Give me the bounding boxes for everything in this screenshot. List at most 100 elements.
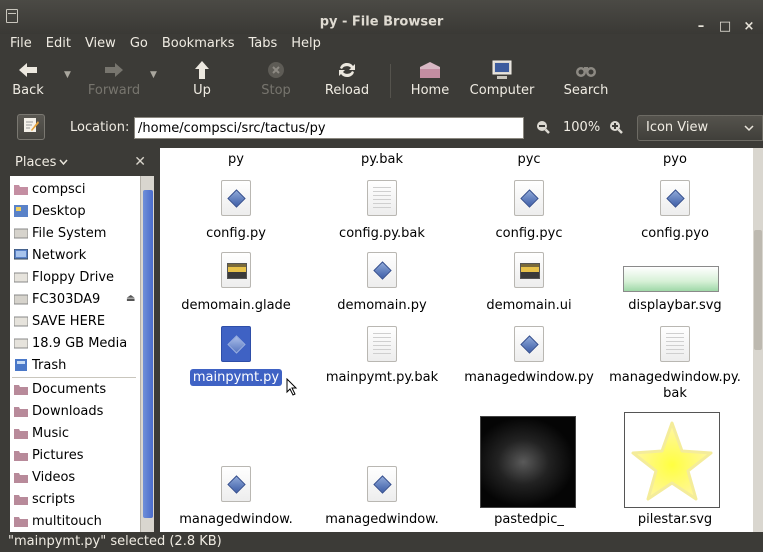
file-item[interactable]: managedwindow. <box>310 466 454 527</box>
zoom-in-icon[interactable] <box>609 120 623 138</box>
title-bar[interactable]: py - File Browser – □ × <box>0 0 763 34</box>
window-controls: – □ × <box>691 16 759 36</box>
eject-icon[interactable]: ⏏ <box>126 293 135 304</box>
back-history-chevron-icon[interactable]: ▼ <box>64 70 71 80</box>
sidebar-item-floppy-drive[interactable]: Floppy Drive <box>13 267 114 287</box>
sidebar-item-compsci[interactable]: compsci <box>14 179 86 199</box>
drive-icon <box>13 271 29 283</box>
sidebar-item-downloads[interactable]: Downloads <box>14 401 103 421</box>
folder-icon <box>14 383 28 395</box>
sidebar-item-network[interactable]: Network <box>13 245 86 265</box>
sidebar-item-videos[interactable]: Videos <box>14 467 75 487</box>
sidebar-item-scripts[interactable]: scripts <box>14 489 75 509</box>
sidebar-scrollbar[interactable] <box>140 176 154 532</box>
stop-label: Stop <box>261 83 291 98</box>
sidebar-item-documents[interactable]: Documents <box>14 379 106 399</box>
menu-view[interactable]: View <box>79 34 124 54</box>
location-edit-toggle-button[interactable] <box>17 114 45 140</box>
minimize-button[interactable]: – <box>691 16 711 36</box>
maximize-button[interactable]: □ <box>715 16 735 36</box>
desktop-icon <box>14 205 28 217</box>
sidebar-item-fc303da9[interactable]: FC303DA9 <box>13 289 100 309</box>
sidebar-item-save-here[interactable]: SAVE HERE <box>13 311 105 331</box>
file-item[interactable]: demomain.ui <box>457 252 601 313</box>
file-icon-view[interactable]: py py.bak pyc pyo config.py config.py.ba… <box>160 148 753 532</box>
menu-bookmarks[interactable]: Bookmarks <box>156 34 243 54</box>
python-file-icon <box>367 252 397 288</box>
file-item[interactable]: mainpymt.py.bak <box>310 326 454 386</box>
search-button[interactable]: Search <box>560 56 612 104</box>
drive-icon <box>13 315 29 327</box>
forward-history-chevron-icon[interactable]: ▼ <box>150 70 157 80</box>
computer-button[interactable]: Computer <box>468 56 536 104</box>
file-item[interactable]: pastedpic_ <box>457 414 601 528</box>
status-bar: "mainpymt.py" selected (2.8 KB) <box>8 534 222 549</box>
drive-icon <box>13 293 29 305</box>
chevron-down-icon <box>744 121 754 136</box>
file-item[interactable]: pilestar.svg <box>603 412 747 528</box>
back-button[interactable]: Back <box>8 56 48 104</box>
menu-help[interactable]: Help <box>285 34 329 54</box>
zoom-out-icon[interactable] <box>536 120 550 138</box>
menu-file[interactable]: File <box>4 34 40 54</box>
sidebar-item-media[interactable]: 18.9 GB Media <box>13 333 127 353</box>
folder-icon <box>14 471 28 483</box>
reload-label: Reload <box>324 83 370 98</box>
sidebar-item-music[interactable]: Music <box>14 423 69 443</box>
file-item-selected[interactable]: mainpymt.py <box>164 326 308 396</box>
home-button[interactable]: Home <box>406 56 454 104</box>
close-sidebar-icon[interactable]: ✕ <box>134 154 146 170</box>
stop-button[interactable]: Stop <box>254 56 298 104</box>
forward-button[interactable]: Forward <box>84 56 144 104</box>
folder-icon <box>14 427 28 439</box>
window-title: py - File Browser <box>319 14 444 30</box>
file-item[interactable]: displaybar.svg <box>603 252 747 313</box>
location-input[interactable] <box>134 117 524 139</box>
location-bar: Location: 100% Icon View <box>0 110 763 144</box>
sidebar-item-pictures[interactable]: Pictures <box>14 445 83 465</box>
home-label: Home <box>410 83 450 98</box>
python-file-icon <box>514 326 544 362</box>
file-item[interactable]: config.py <box>164 180 308 241</box>
computer-monitor-icon <box>490 59 514 81</box>
file-item[interactable]: demomain.py <box>310 252 454 313</box>
view-mode-select[interactable]: Icon View <box>637 115 763 141</box>
file-item[interactable]: managedwindow.py. bak <box>603 326 747 402</box>
up-button[interactable]: Up <box>182 56 222 104</box>
python-file-icon <box>367 466 397 502</box>
places-title: Places <box>15 154 57 170</box>
text-file-icon <box>367 326 397 362</box>
python-file-icon <box>514 180 544 216</box>
sidebar-item-trash[interactable]: Trash <box>14 355 66 375</box>
places-header[interactable]: Places <box>10 148 154 176</box>
arrow-left-icon <box>16 59 40 81</box>
sidebar-scrollbar-thumb[interactable] <box>143 190 153 518</box>
file-item[interactable]: demomain.glade <box>164 252 308 313</box>
folder-icon <box>14 493 28 505</box>
reload-button[interactable]: Reload <box>322 56 372 104</box>
network-icon <box>13 248 29 261</box>
sidebar: Places ✕ compsci Desktop File System Net… <box>10 148 154 532</box>
file-item[interactable]: managedwindow.py <box>457 326 601 386</box>
python-file-icon <box>221 326 251 362</box>
close-button[interactable]: × <box>739 16 759 36</box>
menu-go[interactable]: Go <box>124 34 156 54</box>
svg-thumbnail <box>624 412 720 508</box>
sidebar-item-multitouch[interactable]: multitouch <box>14 511 102 531</box>
menu-edit[interactable]: Edit <box>40 34 79 54</box>
sidebar-item-file-system[interactable]: File System <box>13 223 106 243</box>
svg-thumbnail <box>623 266 719 292</box>
text-file-icon <box>367 180 397 216</box>
file-view-scrollbar-thumb[interactable] <box>754 230 762 350</box>
file-item[interactable]: config.py.bak <box>310 180 454 241</box>
menu-tabs[interactable]: Tabs <box>242 34 285 54</box>
search-label: Search <box>563 83 609 98</box>
file-item[interactable]: config.pyc <box>457 180 601 241</box>
sidebar-item-desktop[interactable]: Desktop <box>14 201 86 221</box>
file-view-scrollbar[interactable] <box>753 148 763 532</box>
glade-file-icon <box>514 252 544 288</box>
file-item[interactable]: config.pyo <box>603 180 747 241</box>
folder-icon <box>14 515 28 527</box>
mouse-cursor-icon <box>286 377 298 400</box>
file-item[interactable]: managedwindow. <box>164 466 308 527</box>
